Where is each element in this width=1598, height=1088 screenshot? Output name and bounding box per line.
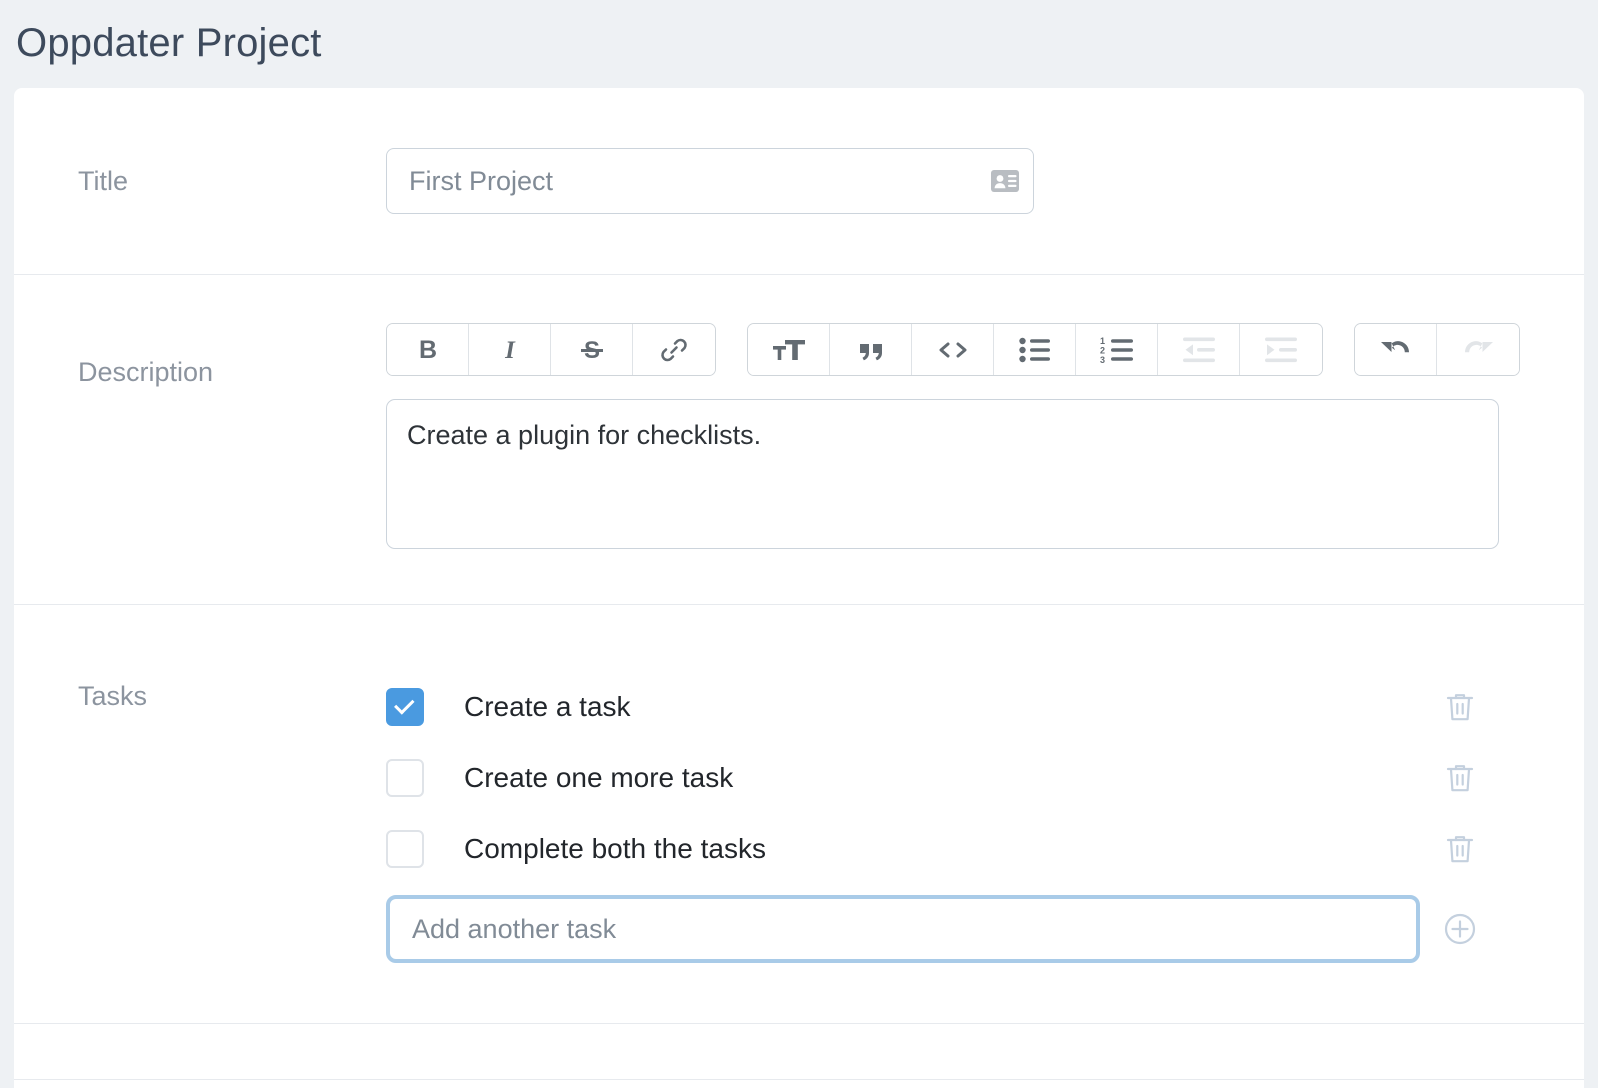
bullet-list-button[interactable] bbox=[994, 324, 1076, 375]
description-textarea[interactable]: Create a plugin for checklists. bbox=[386, 399, 1499, 549]
contact-card-icon[interactable] bbox=[990, 169, 1020, 193]
bold-button[interactable]: B bbox=[387, 324, 469, 375]
editor-toolbar: B I S bbox=[386, 323, 1584, 376]
task-label: Create a task bbox=[464, 691, 1438, 723]
strikethrough-button[interactable]: S bbox=[551, 324, 633, 375]
toolbar-group-history bbox=[1354, 323, 1520, 376]
trash-icon[interactable] bbox=[1438, 827, 1482, 871]
undo-button[interactable] bbox=[1355, 324, 1437, 375]
task-row: Complete both the tasks bbox=[386, 813, 1482, 884]
numbered-list-button[interactable]: 123 bbox=[1076, 324, 1158, 375]
project-form-panel: Title Description bbox=[14, 88, 1584, 1088]
title-section: Title bbox=[14, 88, 1584, 275]
toolbar-group-block-formatting: 123 bbox=[747, 323, 1323, 376]
task-checkbox[interactable] bbox=[386, 688, 424, 726]
redo-button[interactable] bbox=[1437, 324, 1519, 375]
description-label: Description bbox=[14, 323, 386, 388]
task-label: Create one more task bbox=[464, 762, 1438, 794]
svg-text:2: 2 bbox=[1100, 345, 1105, 355]
trash-icon[interactable] bbox=[1438, 756, 1482, 800]
add-task-input-wrap bbox=[386, 895, 1420, 963]
toolbar-group-inline-formatting: B I S bbox=[386, 323, 716, 376]
task-label: Complete both the tasks bbox=[464, 833, 1438, 865]
heading-button[interactable] bbox=[748, 324, 830, 375]
svg-text:1: 1 bbox=[1100, 336, 1105, 346]
add-task-row bbox=[386, 895, 1482, 963]
trash-icon[interactable] bbox=[1438, 685, 1482, 729]
add-task-input[interactable] bbox=[391, 900, 1415, 958]
task-checkbox[interactable] bbox=[386, 759, 424, 797]
title-input[interactable] bbox=[386, 148, 1034, 214]
task-checkbox[interactable] bbox=[386, 830, 424, 868]
quote-button[interactable] bbox=[830, 324, 912, 375]
page-title: Oppdater Project bbox=[0, 0, 1598, 68]
italic-button[interactable]: I bbox=[469, 324, 551, 375]
plus-circle-icon[interactable] bbox=[1438, 907, 1482, 951]
description-section: Description B I S bbox=[14, 275, 1584, 605]
tasks-label: Tasks bbox=[14, 671, 386, 712]
svg-text:B: B bbox=[418, 336, 436, 364]
code-button[interactable] bbox=[912, 324, 994, 375]
title-input-wrap bbox=[386, 148, 1034, 214]
svg-text:3: 3 bbox=[1100, 355, 1105, 364]
task-row: Create a task bbox=[386, 671, 1482, 742]
title-label: Title bbox=[14, 166, 386, 197]
outdent-button[interactable] bbox=[1158, 324, 1240, 375]
svg-text:I: I bbox=[504, 337, 516, 364]
tasks-section: Tasks Create a task bbox=[14, 605, 1584, 1024]
bottom-divider bbox=[14, 1079, 1584, 1080]
link-button[interactable] bbox=[633, 324, 715, 375]
indent-button[interactable] bbox=[1240, 324, 1322, 375]
task-list: Create a task bbox=[386, 671, 1482, 963]
task-row: Create one more task bbox=[386, 742, 1482, 813]
